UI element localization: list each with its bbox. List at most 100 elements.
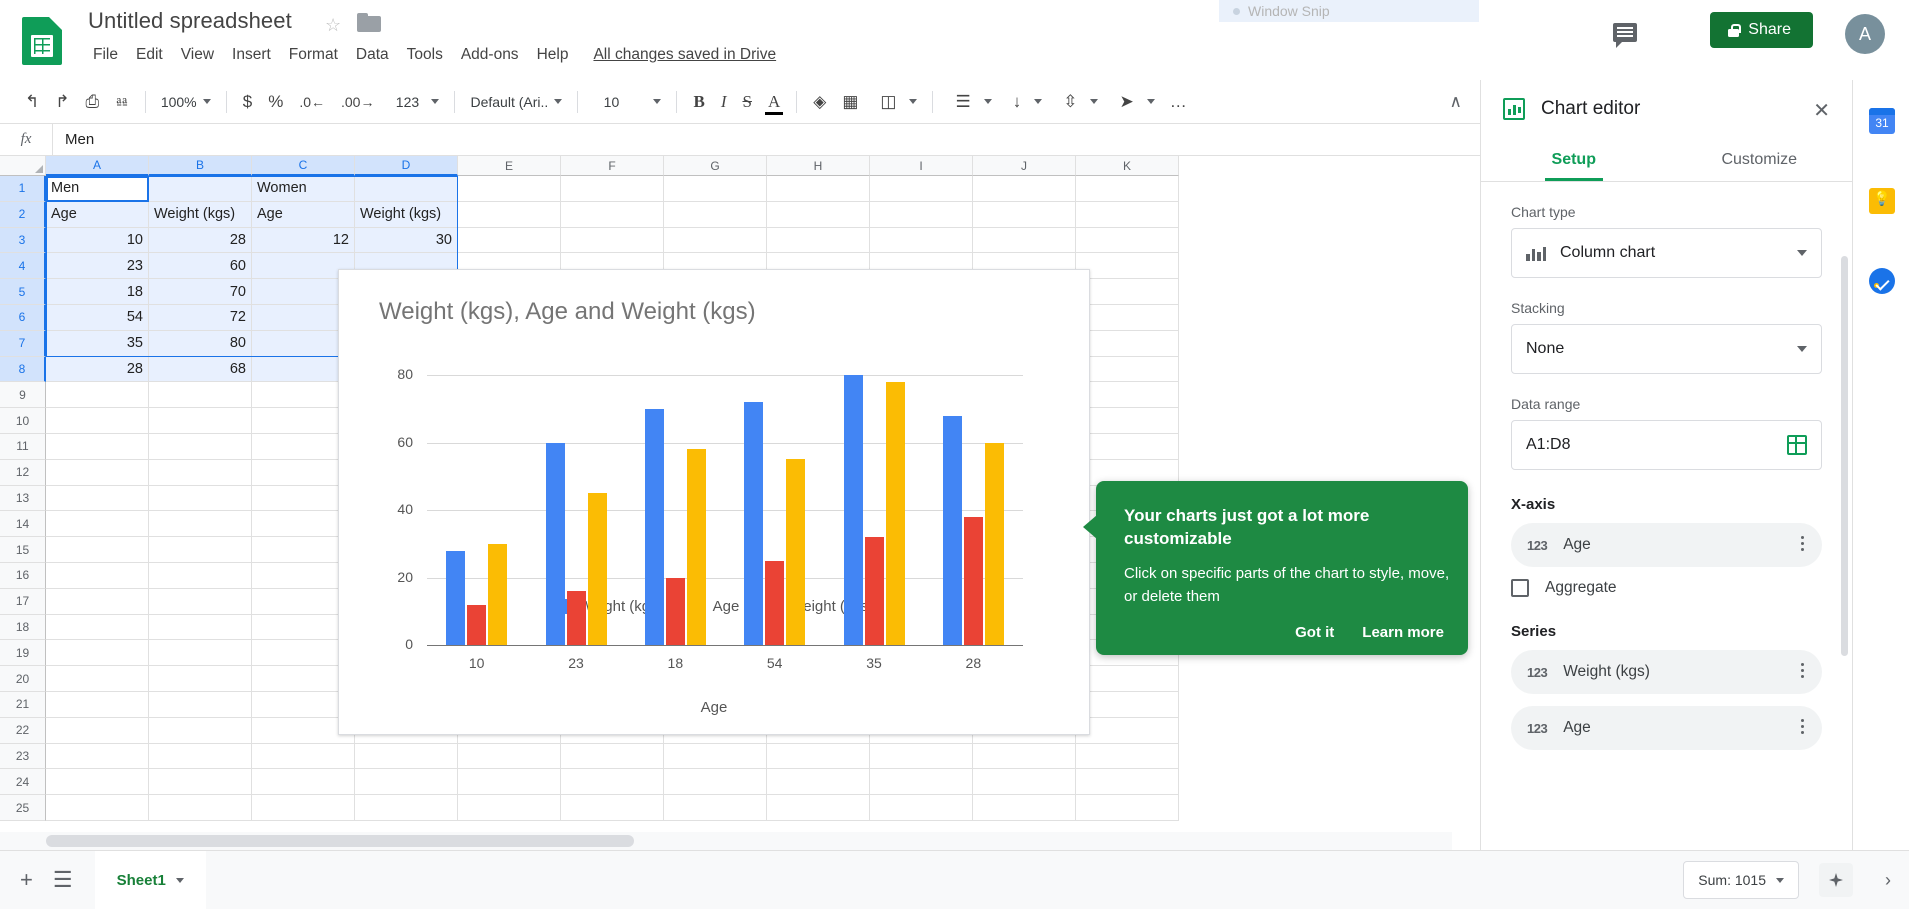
chart-bar-23-s1[interactable] xyxy=(567,591,586,645)
grid-cell-J2[interactable] xyxy=(973,202,1076,228)
grid-cell-A21[interactable] xyxy=(46,692,149,718)
grid-cell-B12[interactable] xyxy=(149,460,252,486)
grid-cell-D25[interactable] xyxy=(355,795,458,821)
text-color-button[interactable]: A xyxy=(761,89,787,114)
panel-scrollbar[interactable] xyxy=(1841,256,1848,656)
grid-cell-G23[interactable] xyxy=(664,744,767,770)
grid-cell-B14[interactable] xyxy=(149,511,252,537)
grid-cell-K4[interactable] xyxy=(1076,253,1179,279)
grid-cell-K11[interactable] xyxy=(1076,434,1179,460)
row-header-6[interactable]: 6 xyxy=(0,305,46,331)
grid-cell-K24[interactable] xyxy=(1076,769,1179,795)
row-header-12[interactable]: 12 xyxy=(0,460,46,486)
grid-cell-H24[interactable] xyxy=(767,769,870,795)
row-header-20[interactable]: 20 xyxy=(0,666,46,692)
grid-cell-B8[interactable]: 68 xyxy=(149,357,252,383)
row-header-22[interactable]: 22 xyxy=(0,718,46,744)
grid-cell-E24[interactable] xyxy=(458,769,561,795)
grid-cell-A24[interactable] xyxy=(46,769,149,795)
grid-cell-K7[interactable] xyxy=(1076,331,1179,357)
grid-cell-A19[interactable] xyxy=(46,640,149,666)
grid-cell-F23[interactable] xyxy=(561,744,664,770)
chart-bar-54-s1[interactable] xyxy=(765,561,784,645)
save-status-link[interactable]: All changes saved in Drive xyxy=(593,46,776,64)
grid-cell-G1[interactable] xyxy=(664,176,767,202)
column-header-g[interactable]: G xyxy=(664,156,767,176)
grid-cell-C3[interactable]: 12 xyxy=(252,228,355,254)
undo-icon[interactable]: ↰ xyxy=(18,89,46,114)
grid-cell-F24[interactable] xyxy=(561,769,664,795)
grid-cell-K9[interactable] xyxy=(1076,382,1179,408)
series-options-icon[interactable] xyxy=(1801,719,1804,737)
grid-cell-B5[interactable]: 70 xyxy=(149,279,252,305)
grid-cell-A7[interactable]: 35 xyxy=(46,331,149,357)
aggregate-checkbox-row[interactable]: Aggregate xyxy=(1511,579,1822,597)
grid-cell-I25[interactable] xyxy=(870,795,973,821)
menu-addons[interactable]: Add-ons xyxy=(452,44,528,66)
grid-cell-B23[interactable] xyxy=(149,744,252,770)
got-it-button[interactable]: Got it xyxy=(1295,624,1334,641)
grid-cell-A16[interactable] xyxy=(46,563,149,589)
grid-cell-E23[interactable] xyxy=(458,744,561,770)
grid-cell-F3[interactable] xyxy=(561,228,664,254)
grid-cell-A22[interactable] xyxy=(46,718,149,744)
sum-status-selector[interactable]: Sum: 1015 xyxy=(1683,861,1799,899)
grid-cell-K23[interactable] xyxy=(1076,744,1179,770)
chart-bar-28-s1[interactable] xyxy=(964,517,983,645)
calendar-icon[interactable] xyxy=(1869,108,1895,134)
chevron-down-icon[interactable] xyxy=(176,878,184,883)
row-header-15[interactable]: 15 xyxy=(0,537,46,563)
grid-cell-C1[interactable]: Women xyxy=(252,176,355,202)
grid-cell-A23[interactable] xyxy=(46,744,149,770)
grid-cell-B20[interactable] xyxy=(149,666,252,692)
row-header-1[interactable]: 1 xyxy=(0,176,46,202)
row-header-21[interactable]: 21 xyxy=(0,692,46,718)
chart-bar-23-s0[interactable] xyxy=(546,443,565,646)
grid-cell-E2[interactable] xyxy=(458,202,561,228)
grid-cell-B25[interactable] xyxy=(149,795,252,821)
chart-type-select[interactable]: Column chart xyxy=(1511,228,1822,278)
grid-cell-G25[interactable] xyxy=(664,795,767,821)
italic-button[interactable]: I xyxy=(714,89,734,114)
grid-cell-B10[interactable] xyxy=(149,408,252,434)
grid-cell-A14[interactable] xyxy=(46,511,149,537)
stacking-select[interactable]: None xyxy=(1511,324,1822,374)
column-header-i[interactable]: I xyxy=(870,156,973,176)
tasks-icon[interactable] xyxy=(1869,268,1895,294)
grid-cell-B22[interactable] xyxy=(149,718,252,744)
column-header-c[interactable]: C xyxy=(252,156,355,176)
grid-cell-B7[interactable]: 80 xyxy=(149,331,252,357)
row-header-16[interactable]: 16 xyxy=(0,563,46,589)
grid-cell-A10[interactable] xyxy=(46,408,149,434)
grid-cell-A4[interactable]: 23 xyxy=(46,253,149,279)
grid-cell-K22[interactable] xyxy=(1076,718,1179,744)
font-size-selector[interactable]: 10 xyxy=(587,91,667,113)
row-header-19[interactable]: 19 xyxy=(0,640,46,666)
grid-cell-K3[interactable] xyxy=(1076,228,1179,254)
chart-bar-23-s2[interactable] xyxy=(588,493,607,645)
x-axis-field-chip[interactable]: 123 Age xyxy=(1511,523,1822,567)
grid-cell-G24[interactable] xyxy=(664,769,767,795)
row-header-2[interactable]: 2 xyxy=(0,202,46,228)
grid-cell-A2[interactable]: Age xyxy=(46,202,149,228)
grid-cell-B17[interactable] xyxy=(149,589,252,615)
chart-bar-18-s2[interactable] xyxy=(687,449,706,645)
grid-cell-C24[interactable] xyxy=(252,769,355,795)
grid-cell-A3[interactable]: 10 xyxy=(46,228,149,254)
document-title[interactable]: Untitled spreadsheet xyxy=(88,8,292,34)
series-chip-weight[interactable]: 123 Weight (kgs) xyxy=(1511,650,1822,694)
grid-cell-H3[interactable] xyxy=(767,228,870,254)
grid-cell-G2[interactable] xyxy=(664,202,767,228)
series-chip-age[interactable]: 123 Age xyxy=(1511,706,1822,750)
grid-cell-J1[interactable] xyxy=(973,176,1076,202)
strikethrough-button[interactable]: S xyxy=(735,89,758,114)
column-header-h[interactable]: H xyxy=(767,156,870,176)
column-header-f[interactable]: F xyxy=(561,156,664,176)
row-header-3[interactable]: 3 xyxy=(0,228,46,254)
grid-cell-C25[interactable] xyxy=(252,795,355,821)
column-header-a[interactable]: A xyxy=(46,156,149,176)
x-axis-options-icon[interactable] xyxy=(1801,536,1804,554)
menu-view[interactable]: View xyxy=(172,44,223,66)
grid-cell-J3[interactable] xyxy=(973,228,1076,254)
chart-bar-28-s2[interactable] xyxy=(985,443,1004,646)
